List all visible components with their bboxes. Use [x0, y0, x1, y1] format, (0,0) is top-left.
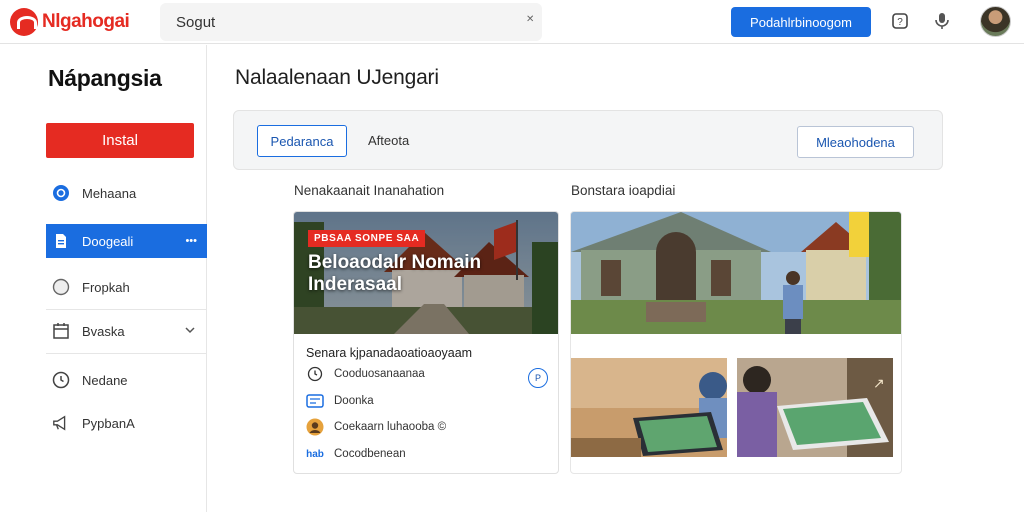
- sidebar: Nápangsia Instal Mehaana Doogeali ••• Fr…: [0, 45, 207, 512]
- sidebar-item-label: PypbanA: [82, 415, 135, 431]
- avatar-icon: [306, 418, 324, 436]
- circle-icon: [52, 278, 70, 296]
- card-meta-row: Doonka: [306, 391, 374, 411]
- app-logo[interactable]: Nlgahogai: [10, 7, 130, 37]
- sidebar-item-label: Nedane: [82, 372, 128, 388]
- gallery-main-image[interactable]: [571, 212, 901, 334]
- gallery-thumb-1[interactable]: [571, 358, 727, 457]
- photo-gallery: ↗: [570, 211, 902, 474]
- svg-text:↗: ↗: [873, 375, 885, 391]
- help-icon[interactable]: ?: [889, 10, 911, 32]
- card-meta-row: hab Cocodbenean: [306, 444, 406, 464]
- sidebar-item-label: Doogeali: [82, 233, 134, 249]
- logo-icon: [10, 8, 38, 36]
- card-icon: [306, 392, 324, 410]
- clock-icon: [306, 365, 324, 383]
- sidebar-item-nedane[interactable]: Nedane: [46, 363, 207, 397]
- card-meta-label: Coekaarn luhaooba ©: [334, 421, 447, 433]
- search-clear-icon[interactable]: ✕: [526, 14, 534, 25]
- card-meta-row: Cooduosanaanaa: [306, 364, 425, 384]
- section-label-left: Nenakaanait Inanahation: [294, 183, 445, 198]
- microphone-icon[interactable]: [931, 10, 953, 32]
- clock-icon: [52, 371, 70, 389]
- sidebar-divider: [46, 309, 207, 310]
- logo-text: Nlgahogai: [42, 11, 130, 32]
- sidebar-item-bvaska[interactable]: Bvaska: [46, 314, 207, 348]
- sidebar-title: Nápangsia: [48, 65, 162, 91]
- sidebar-item-label: Mehaana: [82, 185, 137, 201]
- install-button[interactable]: Instal: [46, 123, 194, 158]
- top-bar: Nlgahogai ✕ Podahlrbinoogom ?: [0, 0, 1024, 44]
- sidebar-item-mehaana[interactable]: Mehaana: [46, 176, 207, 210]
- primary-action-button[interactable]: Podahlrbinoogom: [731, 7, 871, 37]
- page-title: Nalaalenaan UJengari: [235, 66, 439, 89]
- code-icon: hab: [306, 448, 324, 460]
- gallery-thumb-2[interactable]: ↗: [737, 358, 893, 457]
- card-meta-label: Cocodbenean: [334, 448, 406, 460]
- card-action-icon[interactable]: P: [528, 368, 548, 388]
- featured-card[interactable]: PBSAA SONPE SAA Beloaodalr Nomain Indera…: [293, 211, 559, 474]
- sidebar-item-label: Bvaska: [82, 323, 125, 339]
- card-tag-badge: PBSAA SONPE SAA: [308, 230, 426, 247]
- sidebar-item-doogeali[interactable]: Doogeali •••: [46, 224, 207, 258]
- sidebar-item-label: Fropkah: [82, 279, 130, 295]
- card-meta-row: Coekaarn luhaooba ©: [306, 417, 446, 437]
- tab-afteota[interactable]: Afteota: [362, 125, 415, 157]
- circle-dot-icon: [52, 184, 70, 202]
- search-input[interactable]: [160, 3, 542, 41]
- card-hero-image: PBSAA SONPE SAA Beloaodalr Nomain Indera…: [294, 212, 558, 334]
- card-heading: Senara kjpanadaoatioaoyaam: [306, 346, 473, 360]
- card-hero-title: Beloaodalr Nomain Inderasaal: [308, 252, 482, 295]
- document-icon: [52, 232, 70, 250]
- sidebar-item-fropkah[interactable]: Fropkah: [46, 270, 207, 304]
- calendar-icon: [52, 322, 70, 340]
- sidebar-divider: [46, 353, 207, 354]
- card-meta-label: Doonka: [334, 395, 374, 407]
- megaphone-icon: [52, 414, 70, 432]
- tab-pedaranca[interactable]: Pedaranca: [257, 125, 347, 157]
- section-label-right: Bonstara ioapdiai: [571, 183, 676, 198]
- chevron-down-icon[interactable]: [185, 325, 195, 337]
- outline-action-button[interactable]: Mleaohodena: [797, 126, 914, 158]
- sidebar-item-pypbana[interactable]: PypbanA: [46, 406, 207, 440]
- more-options-icon[interactable]: •••: [185, 235, 197, 247]
- user-avatar[interactable]: [980, 6, 1011, 37]
- filter-toolbar: Pedaranca Afteota Mleaohodena: [233, 110, 943, 170]
- svg-text:?: ?: [897, 17, 903, 28]
- card-meta-label: Cooduosanaanaa: [334, 368, 425, 380]
